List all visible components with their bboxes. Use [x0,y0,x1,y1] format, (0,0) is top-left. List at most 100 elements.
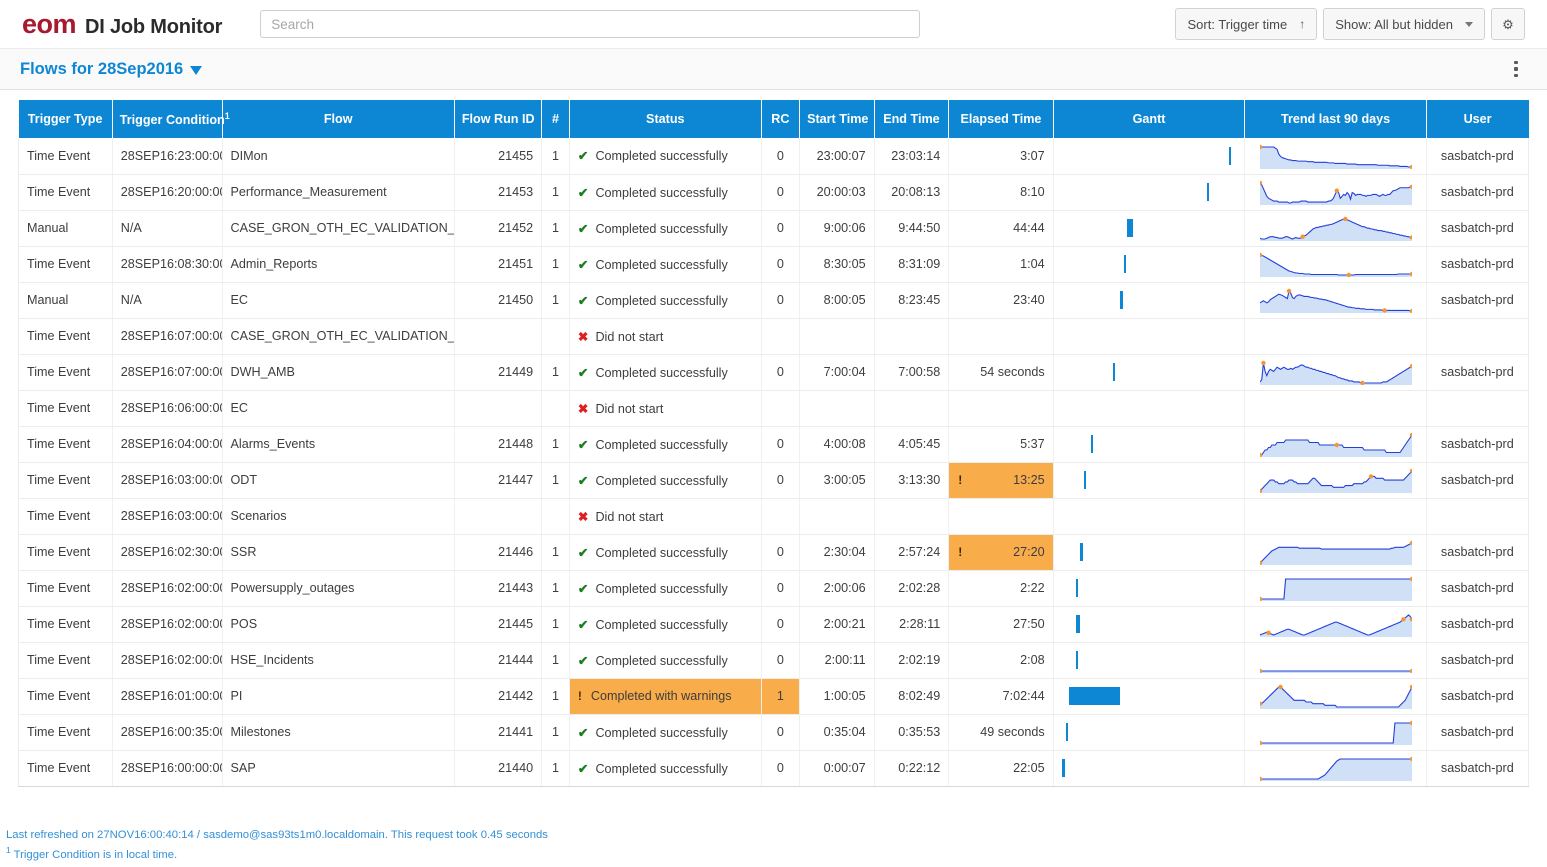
settings-button[interactable]: ⚙ [1491,8,1525,40]
column-header-flow_run_id[interactable]: Flow Run ID [454,100,543,138]
cell-flow-run-id: 21450 [454,282,543,319]
cell-trigger-condition: N/A [112,210,223,247]
column-header-label: # [552,112,560,126]
table-row[interactable]: Time Event 28SEP16:04:00:00 Alarms_Events 2… [18,426,1530,463]
gantt-bar[interactable] [1119,291,1123,309]
table-row[interactable]: Time Event 28SEP16:07:00:00 CASE_GRON_OTH_… [18,318,1530,355]
gantt-bar[interactable] [1079,543,1084,561]
column-header-elapsed_time[interactable]: Elapsed Time [948,100,1054,138]
gantt-bar[interactable] [1076,651,1079,669]
table-row[interactable]: Time Event 28SEP16:02:30:00 SSR 21446 1 ✔ Comp… [18,534,1530,571]
table-row[interactable]: Manual N/A CASE_GRON_OTH_EC_VALIDATION_1 21… [18,210,1530,247]
column-header-num[interactable]: # [541,100,570,138]
show-filter-dropdown-button[interactable]: Show: All but hidden [1323,8,1485,40]
table-row[interactable]: Time Event 28SEP16:02:00:00 HSE_Incidents 2… [18,642,1530,679]
column-header-user[interactable]: User [1426,100,1529,138]
gantt-bar[interactable] [1112,363,1115,381]
cell-user-text: sasbatch-prd [1440,581,1514,595]
column-header-trigger_type[interactable]: Trigger Type [18,100,113,138]
table-row[interactable]: Time Event 28SEP16:06:00:00 EC ✖ Did not sta… [18,390,1530,427]
cell-trigger-type: Time Event [18,246,113,283]
cell-user: sasbatch-prd [1426,426,1530,463]
cell-run-number: 1 [541,174,570,211]
elapsed-time-text: 3:07 [1020,148,1045,163]
cell-end-time: 7:00:58 [874,354,950,391]
cell-flow-text: Milestones [230,725,291,739]
table-body: Time Event 28SEP16:23:00:00 DIMon 21455 1 ✔ Co… [18,138,1530,787]
cell-flow-run-id: 21443 [454,570,543,607]
last-refreshed-text: Last refreshed on 27NOV16:00:40:14 / sas… [6,829,548,842]
table-row[interactable]: Time Event 28SEP16:02:00:00 Powersupply_ou… [18,570,1530,607]
table-row[interactable]: Time Event 28SEP16:08:30:00 Admin_Reports 2… [18,246,1530,283]
column-header-gantt[interactable]: Gantt [1053,100,1246,138]
cell-end-time-text: 0:35:53 [898,725,941,739]
cell-user [1426,318,1530,355]
gantt-bar[interactable] [1062,759,1065,777]
gantt-track [1062,181,1237,203]
elapsed-time-text: 22:05 [1013,761,1045,775]
cell-flow-text: PI [230,689,243,703]
cell-trigger-type-text: Time Event [27,545,91,559]
gantt-bar[interactable] [1127,219,1133,237]
kebab-menu-icon[interactable] [1503,54,1529,84]
cell-run-number: 1 [541,426,570,463]
gantt-bar[interactable] [1123,255,1126,273]
table-row[interactable]: Time Event 28SEP16:00:00:00 SAP 21440 1 ✔ Comp… [18,750,1530,787]
check-icon: ✔ [577,149,589,164]
cell-start-time: 20:00:03 [799,174,875,211]
check-icon: ✔ [577,473,589,488]
table-row[interactable]: Time Event 28SEP16:03:00:00 ODT 21447 1 ✔ Comp… [18,462,1530,499]
column-header-flow[interactable]: Flow [222,100,455,138]
table-row[interactable]: Time Event 28SEP16:02:00:00 POS 21445 1 ✔ Comp… [18,606,1530,643]
warning-icon: ! [958,545,963,559]
table-row[interactable]: Time Event 28SEP16:01:00:00 PI 21442 1! Compl… [18,678,1530,715]
cell-trigger-type-text: Time Event [27,689,91,703]
table-row[interactable]: Time Event 28SEP16:20:00:00 Performance_Me… [18,174,1530,211]
elapsed-time-text: 54 seconds [980,365,1045,379]
cell-rc-text: 0 [776,293,784,307]
brand-logo-text: eom [22,8,77,39]
sort-dropdown-button[interactable]: Sort: Trigger time ↑ [1175,8,1318,40]
gantt-bar[interactable] [1076,579,1079,597]
cell-status: ✖ Did not start [569,318,762,355]
gantt-bar[interactable] [1229,146,1232,165]
column-header-start_time[interactable]: Start Time [799,100,875,138]
column-header-status[interactable]: Status [569,100,762,138]
status-label: Did not start [595,329,664,344]
gantt-bar[interactable] [1069,687,1121,705]
cell-trigger-condition: 28SEP16:04:00:00 [112,426,223,463]
cell-user-text: sasbatch-prd [1440,185,1514,199]
table-row[interactable]: Time Event 28SEP16:03:00:00 Scenarios ✖ Did … [18,498,1530,535]
gantt-track [1062,253,1237,275]
gantt-bar[interactable] [1076,615,1080,633]
cell-trigger-type-text: Time Event [27,581,91,595]
table-row[interactable]: Time Event 28SEP16:23:00:00 DIMon 21455 1 ✔ Co… [18,138,1530,175]
cell-end-time: 0:22:12 [874,750,950,787]
table-row[interactable]: Time Event 28SEP16:00:35:00 Milestones 2144… [18,714,1530,751]
cell-gantt [1053,534,1246,571]
cell-trigger-condition: 28SEP16:07:00:00 [112,318,223,355]
cell-trigger-type: Manual [18,210,113,247]
cell-elapsed-time: 2:08 [948,642,1054,679]
column-header-trigger_condition[interactable]: Trigger Condition1 [112,100,230,138]
cell-trigger-type-text: Time Event [27,509,91,523]
gantt-bar[interactable] [1207,183,1210,201]
gantt-bar[interactable] [1065,723,1068,741]
gantt-bar[interactable] [1083,471,1086,489]
cell-start-time-text: 7:00:04 [823,365,866,379]
column-header-trend[interactable]: Trend last 90 days [1244,100,1427,138]
gantt-bar[interactable] [1090,435,1093,453]
cell-rc-text: 0 [776,257,784,271]
cell-rc: 0 [761,714,801,751]
cell-rc: 0 [761,570,801,607]
cell-elapsed-time: 8:10 [948,174,1054,211]
cell-start-time-text: 3:00:05 [823,473,866,487]
column-header-rc[interactable]: RC [761,100,801,138]
flows-date-selector[interactable]: Flows for 28Sep2016 [20,60,203,79]
column-header-end_time[interactable]: End Time [874,100,950,138]
cell-user: sasbatch-prd [1426,210,1530,247]
table-row[interactable]: Time Event 28SEP16:07:00:00 DWH_AMB 21449 1 ✔… [18,354,1530,391]
cell-trigger-condition: 28SEP16:02:00:00 [112,570,223,607]
table-row[interactable]: Manual N/A EC 21450 1 ✔ Completed successfully… [18,282,1530,319]
search-input[interactable] [260,10,921,38]
